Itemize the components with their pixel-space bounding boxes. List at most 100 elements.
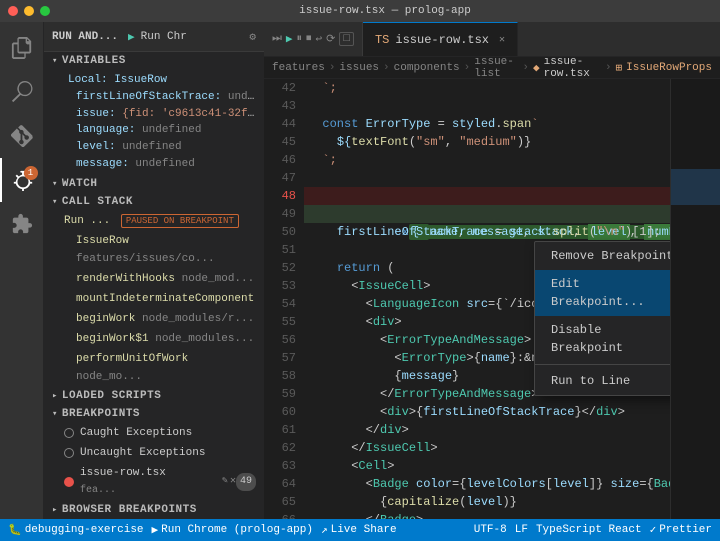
var-level[interactable]: level: undefined xyxy=(44,137,264,154)
bp-dot-file xyxy=(64,477,74,487)
status-run[interactable]: ▶ Run Chrome (prolog-app) xyxy=(152,523,313,537)
bp-uncaught[interactable]: Uncaught Exceptions xyxy=(44,443,264,463)
callstack-beginwork[interactable]: beginWork node_modules/r... xyxy=(44,309,264,329)
line-60: <div>{firstLineOfStackTrace}</div> xyxy=(304,403,670,421)
breakpoints-label: BREAKPOINTS xyxy=(62,408,140,420)
debug-badge: 1 xyxy=(24,166,38,180)
callstack-beginwork1[interactable]: beginWork$1 node_modules... xyxy=(44,329,264,349)
callstack-perfunit[interactable]: performUnitOfWork node_mo... xyxy=(44,349,264,387)
eol-label: LF xyxy=(515,524,528,536)
code-lines[interactable]: `; const ErrorType = styled.span` ${text… xyxy=(304,79,670,519)
line-63: <Cell> xyxy=(304,457,670,475)
bc-ts-icon: ◆ xyxy=(533,61,540,75)
bp-dot-caught xyxy=(64,428,74,438)
toolbar-icon-6[interactable]: ⟳ xyxy=(326,32,335,46)
maximize-dot[interactable] xyxy=(40,6,50,16)
activity-explorer[interactable] xyxy=(0,26,44,70)
status-formatter[interactable]: ✓ Prettier xyxy=(650,523,712,537)
callstack-issuerow[interactable]: IssueRow features/issues/co... xyxy=(44,231,264,269)
minimap xyxy=(670,79,720,519)
editor-content: 42434445 464748 49505152 53545556 575859… xyxy=(264,79,720,519)
callstack-chevron xyxy=(52,197,58,207)
browser-bp-section[interactable]: BROWSER BREAKPOINTS xyxy=(44,501,264,519)
bp-file-name: issue-row.tsx xyxy=(80,467,166,479)
toolbar-icon-2[interactable]: ▶ xyxy=(286,32,293,46)
toolbar-icon-3[interactable]: ⏸ xyxy=(297,33,303,45)
ctx-separator xyxy=(535,364,670,365)
bp-caught[interactable]: Caught Exceptions xyxy=(44,423,264,443)
window-controls xyxy=(8,6,50,16)
callstack-section[interactable]: CALL STACK xyxy=(44,193,264,211)
toolbar-icon-5[interactable]: ↩ xyxy=(316,32,323,46)
debug-icon: 🐛 xyxy=(8,523,22,537)
var-firstline[interactable]: firstLineOfStackTrace: undef... xyxy=(44,87,264,104)
var-language[interactable]: language: undefined xyxy=(44,120,264,137)
tab-close[interactable]: ✕ xyxy=(499,34,505,46)
edit-icon[interactable]: ✎ xyxy=(222,473,228,491)
var-issue[interactable]: issue: {fid: 'c9613c41-32f0-435... xyxy=(44,104,264,121)
toolbar-icon-7[interactable]: □ xyxy=(339,32,354,46)
status-debug-label: debugging-exercise xyxy=(25,524,144,536)
local-issuerow[interactable]: Local: IssueRow xyxy=(44,70,264,87)
tab-issuerow[interactable]: TS issue-row.tsx ✕ xyxy=(363,22,518,56)
var-message[interactable]: message: undefined xyxy=(44,154,264,171)
line-65: {capitalize(level)} xyxy=(304,493,670,511)
bc-issue-list[interactable]: issue-list xyxy=(474,57,518,79)
run-label: RUN AND... xyxy=(52,31,118,43)
line-61: </div> xyxy=(304,421,670,439)
callstack-renderwith[interactable]: renderWithHooks node_mod... xyxy=(44,269,264,289)
bc-issuerow-tsx[interactable]: issue-row.tsx xyxy=(544,57,601,79)
callstack-run[interactable]: Run ... PAUSED ON BREAKPOINT xyxy=(44,211,264,231)
formatter-icon: ✓ xyxy=(650,523,657,537)
line-43 xyxy=(304,97,670,115)
variables-label: VARIABLES xyxy=(62,55,126,67)
bc-issues[interactable]: issues xyxy=(339,62,379,74)
settings-icon[interactable]: ⚙ xyxy=(249,30,256,44)
status-encoding[interactable]: UTF-8 xyxy=(474,524,507,536)
bc-issuerowprops[interactable]: IssueRowProps xyxy=(626,62,712,74)
bp-count: 49 xyxy=(236,473,256,491)
loaded-scripts-section[interactable]: LOADED SCRIPTS xyxy=(44,387,264,405)
activity-bar: 1 xyxy=(0,22,44,519)
ctx-edit-breakpoint[interactable]: Edit Breakpoint... xyxy=(535,270,670,316)
activity-extensions[interactable] xyxy=(0,202,44,246)
bp-file[interactable]: issue-row.tsx fea... ✎ ✕ 49 xyxy=(44,463,264,501)
bc-components[interactable]: components xyxy=(394,62,460,74)
line-48: ➤ export function IssueRow({ issue }: Is… xyxy=(304,187,670,205)
minimize-dot[interactable] xyxy=(24,6,34,16)
activity-search[interactable] xyxy=(0,70,44,114)
line-44: const ErrorType = styled.span` xyxy=(304,115,670,133)
breakpoints-chevron xyxy=(52,409,58,419)
status-eol[interactable]: LF xyxy=(515,524,528,536)
line-62: </IssueCell> xyxy=(304,439,670,457)
activity-debug[interactable]: 1 xyxy=(0,158,44,202)
toolbar-icon-4[interactable]: ⏹ xyxy=(306,33,312,45)
status-right: UTF-8 LF TypeScript React ✓ Prettier xyxy=(474,523,712,537)
chrome-label: Run Chr xyxy=(141,31,187,43)
toolbar-icon-1[interactable]: ⏭ xyxy=(272,33,282,45)
status-language[interactable]: TypeScript React xyxy=(536,524,642,536)
variables-section[interactable]: VARIABLES xyxy=(44,52,264,70)
line-64: <Badge color={levelColors[level]} size={… xyxy=(304,475,670,493)
status-liveshare[interactable]: ↗ Live Share xyxy=(321,523,397,537)
callstack-mount[interactable]: mountIndeterminateComponent xyxy=(44,289,264,309)
breakpoints-section[interactable]: BREAKPOINTS xyxy=(44,405,264,423)
language-label: TypeScript React xyxy=(536,524,642,536)
play-icon[interactable]: ▶ xyxy=(128,30,135,44)
encoding-label: UTF-8 xyxy=(474,524,507,536)
close-dot[interactable] xyxy=(8,6,18,16)
watch-section[interactable]: WATCH xyxy=(44,175,264,193)
liveshare-icon: ↗ xyxy=(321,523,328,537)
bp-file-path: fea... xyxy=(80,482,218,500)
bp-dot-uncaught xyxy=(64,448,74,458)
line-66: </Badge> xyxy=(304,511,670,519)
activity-git[interactable] xyxy=(0,114,44,158)
status-debug[interactable]: 🐛 debugging-exercise xyxy=(8,523,144,537)
bp-caught-label: Caught Exceptions xyxy=(80,424,192,442)
ctx-disable-breakpoint[interactable]: Disable Breakpoint xyxy=(535,316,670,362)
status-bar: 🐛 debugging-exercise ▶ Run Chrome (prolo… xyxy=(0,519,720,541)
bc-features[interactable]: features xyxy=(272,62,325,74)
line-47 xyxy=(304,169,670,187)
ctx-remove-breakpoint[interactable]: Remove Breakpoint xyxy=(535,242,670,270)
ctx-run-to-line[interactable]: Run to Line xyxy=(535,367,670,395)
